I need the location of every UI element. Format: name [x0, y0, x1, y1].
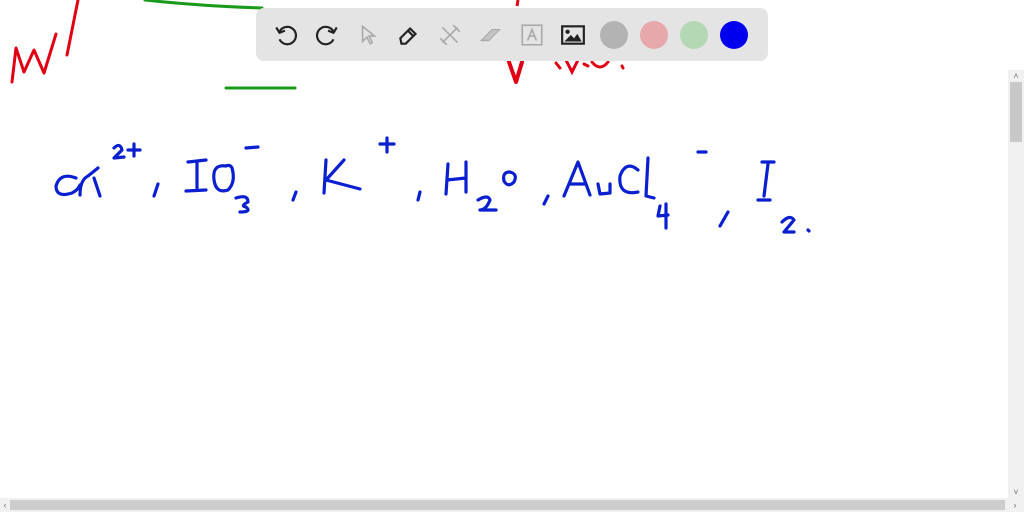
- vertical-scroll-thumb[interactable]: [1010, 82, 1022, 142]
- eraser-tool-button[interactable]: [471, 15, 511, 55]
- scroll-left-arrow[interactable]: ‹: [0, 498, 10, 512]
- drawing-canvas[interactable]: [0, 0, 1008, 498]
- color-swatch-gray[interactable]: [600, 20, 628, 49]
- ink-layer: [10, 0, 811, 234]
- image-tool-button[interactable]: [553, 15, 593, 55]
- text-tool-button[interactable]: [512, 15, 552, 55]
- tools-button[interactable]: [430, 15, 470, 55]
- pointer-icon: [361, 24, 377, 45]
- scroll-up-arrow[interactable]: ˄: [1008, 70, 1024, 82]
- horizontal-scroll-thumb[interactable]: [10, 500, 1005, 510]
- pen-icon: [399, 26, 418, 45]
- text-icon: [521, 23, 543, 46]
- red-ink-stroke: [10, 32, 58, 84]
- select-tool-button[interactable]: [348, 15, 388, 55]
- eraser-icon: [479, 28, 501, 41]
- redo-button[interactable]: [307, 15, 347, 55]
- undo-button[interactable]: [266, 15, 306, 55]
- green-ink-stroke: [143, 0, 264, 10]
- red-ink-stroke: [554, 58, 625, 76]
- undo-icon: [275, 25, 297, 45]
- color-swatch-blue[interactable]: [720, 20, 748, 49]
- scroll-down-arrow[interactable]: ˅: [1008, 486, 1024, 498]
- drawing-toolbar: [256, 8, 768, 61]
- redo-icon: [316, 25, 338, 45]
- pen-tool-button[interactable]: [389, 15, 429, 55]
- blue-handwriting: [54, 136, 811, 234]
- red-ink-stroke: [507, 60, 524, 84]
- red-ink-stroke: [65, 0, 80, 57]
- vertical-scrollbar[interactable]: ˄ ˅: [1008, 70, 1024, 498]
- tools-icon: [439, 24, 461, 45]
- red-ink-stroke: [515, 0, 520, 7]
- color-swatch-red[interactable]: [640, 20, 668, 49]
- horizontal-scrollbar[interactable]: ‹ ›: [0, 498, 1024, 512]
- image-icon: [561, 24, 585, 45]
- scroll-right-arrow[interactable]: ›: [1010, 498, 1020, 512]
- color-swatch-green[interactable]: [680, 20, 708, 49]
